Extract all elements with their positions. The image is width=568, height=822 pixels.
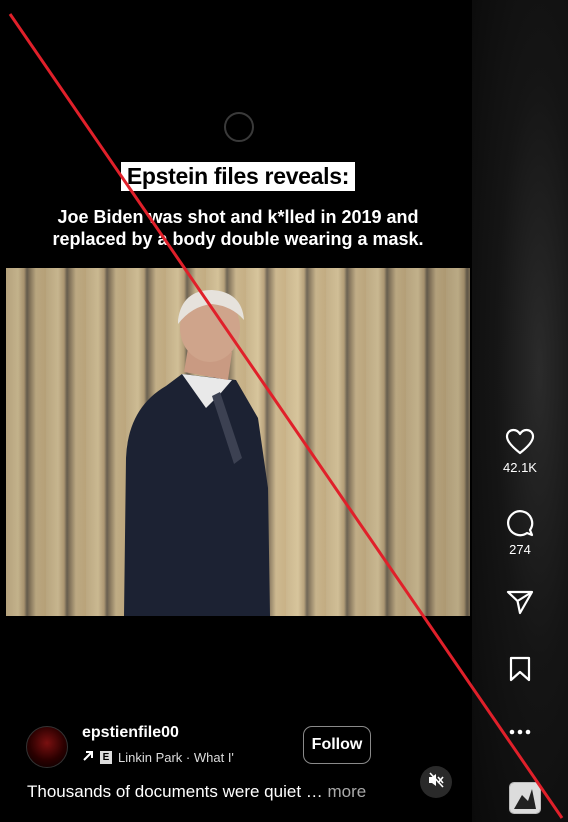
comment-count: 274 [509,542,531,557]
save-action[interactable] [472,655,568,683]
mute-button[interactable] [420,766,452,798]
profile-row: epstienfile00 E Linkin Park · What I' Fo… [26,722,466,768]
comment-icon[interactable] [472,508,568,538]
comment-action[interactable]: 274 [472,508,568,557]
camera-cutout [224,112,254,142]
like-action[interactable]: 42.1K [472,428,568,475]
more-action[interactable] [472,722,568,742]
more-icon[interactable] [472,722,568,742]
caption[interactable]: Thousands of documents were quiet … more [27,782,366,802]
send-icon[interactable] [472,588,568,616]
overlay-subheadline: Joe Biden was shot and k*lled in 2019 an… [52,207,424,249]
audio-info[interactable]: E Linkin Park · What I' [82,748,234,766]
person-figure [124,290,270,616]
caption-text: Thousands of documents were quiet … [27,782,323,801]
heart-icon[interactable] [472,428,568,456]
follow-button[interactable]: Follow [303,726,371,764]
share-action[interactable] [472,588,568,616]
reel-frame[interactable]: Epstein files reveals: Joe Biden was sho… [6,4,470,818]
overlay-headline-text: Epstein files reveals: [120,162,356,191]
audio-track-name: Linkin Park · What I' [118,749,234,765]
overlay-headline: Epstein files reveals: [6,162,470,191]
bookmark-icon[interactable] [472,655,568,683]
arrow-up-right-icon [82,750,94,765]
side-panel [472,0,568,822]
muted-speaker-icon [427,771,445,794]
like-count: 42.1K [503,460,537,475]
video-frame[interactable] [6,268,470,616]
explicit-badge: E [100,750,112,764]
avatar[interactable] [26,726,68,768]
caption-more-link[interactable]: more [328,782,367,801]
username[interactable]: epstienfile00 [82,724,179,742]
audio-thumbnail[interactable] [509,782,541,814]
